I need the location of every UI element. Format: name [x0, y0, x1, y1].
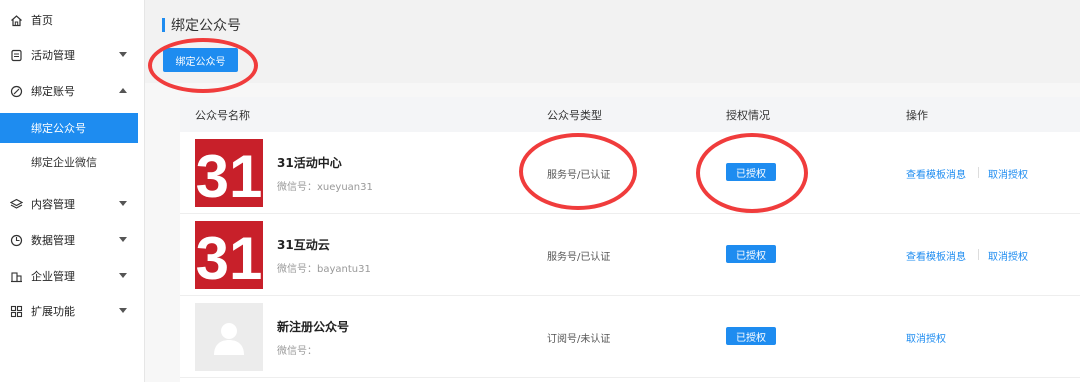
sidebar-item-content[interactable]: 内容管理 — [0, 187, 145, 221]
account-type: 服务号/已认证 — [547, 252, 611, 263]
cancel-authorization-link[interactable]: 取消授权 — [988, 166, 1028, 181]
chevron-down-icon — [119, 52, 127, 57]
title-accent-bar — [162, 18, 165, 32]
account-wechat-id: 微信号：xueyuan31 — [277, 182, 373, 193]
chevron-down-icon — [119, 273, 127, 278]
column-header-actions: 操作 — [906, 108, 928, 122]
logo-text: 31 — [196, 225, 263, 289]
account-name: 新注册公众号 — [277, 320, 350, 334]
account-type: 服务号/已认证 — [547, 170, 611, 181]
sidebar-item-label: 绑定账号 — [31, 85, 75, 98]
sidebar-item-label: 首页 — [31, 14, 53, 27]
account-wechat-id: 微信号： — [277, 346, 317, 357]
sidebar-item-bind-account[interactable]: 绑定账号 — [0, 74, 145, 108]
sidebar-item-label: 活动管理 — [31, 49, 75, 62]
cancel-authorization-link[interactable]: 取消授权 — [988, 248, 1028, 263]
layers-icon — [9, 197, 23, 211]
status-badge: 已授权 — [726, 245, 776, 263]
chart-icon — [9, 233, 23, 247]
view-template-message-link[interactable]: 查看模板消息 — [906, 166, 966, 181]
chevron-down-icon — [119, 308, 127, 313]
sidebar-item-label: 数据管理 — [31, 234, 75, 247]
sidebar-item-label: 企业管理 — [31, 270, 75, 283]
account-logo: 31 — [195, 139, 263, 207]
view-template-message-link[interactable]: 查看模板消息 — [906, 248, 966, 263]
chevron-down-icon — [119, 237, 127, 242]
chevron-up-icon — [119, 88, 127, 93]
account-type: 订阅号/未认证 — [547, 334, 611, 345]
sidebar-subitem-label: 绑定公众号 — [31, 122, 86, 135]
column-header-name: 公众号名称 — [195, 108, 250, 122]
account-logo: 31 — [195, 221, 263, 289]
link-icon — [9, 84, 23, 98]
account-name: 31活动中心 — [277, 156, 342, 170]
column-header-auth: 授权情况 — [726, 108, 770, 122]
cancel-authorization-link[interactable]: 取消授权 — [906, 330, 946, 345]
column-header-type: 公众号类型 — [547, 108, 602, 122]
page-title: 绑定公众号 — [162, 16, 241, 34]
table-row: 31 31活动中心 微信号：xueyuan31 服务号/已认证 已授权 查看模板… — [180, 132, 1080, 214]
sidebar-item-extensions[interactable]: 扩展功能 — [0, 294, 145, 328]
sidebar-item-activity[interactable]: 活动管理 — [0, 38, 145, 72]
account-wechat-id: 微信号：bayantu31 — [277, 264, 371, 275]
sidebar-subitem-bind-wecom[interactable]: 绑定企业微信 — [0, 147, 138, 177]
sidebar-item-label: 扩展功能 — [31, 305, 75, 318]
bind-official-account-button[interactable]: 绑定公众号 — [163, 48, 238, 72]
sidebar-subitem-bind-official-account[interactable]: 绑定公众号 — [0, 113, 138, 143]
divider — [978, 167, 979, 178]
grid-icon — [9, 304, 23, 318]
account-name: 31互动云 — [277, 238, 330, 252]
sidebar-item-data[interactable]: 数据管理 — [0, 223, 145, 257]
building-icon — [9, 269, 23, 283]
table-header: 公众号名称 公众号类型 授权情况 操作 — [180, 97, 1080, 132]
sidebar: 首页 活动管理 绑定账号 绑定公众号 绑定企业微信 内容管理 数据管理 企业管理… — [0, 0, 145, 382]
status-badge: 已授权 — [726, 327, 776, 345]
status-badge: 已授权 — [726, 163, 776, 181]
table-row: 新注册公众号 微信号： 订阅号/未认证 已授权 取消授权 — [180, 296, 1080, 378]
account-table: 公众号名称 公众号类型 授权情况 操作 31 31活动中心 微信号：xueyua… — [180, 97, 1080, 382]
user-avatar-icon — [214, 323, 244, 355]
divider — [978, 249, 979, 260]
sidebar-subitem-label: 绑定企业微信 — [31, 156, 97, 169]
sidebar-item-home[interactable]: 首页 — [0, 3, 145, 37]
page-title-text: 绑定公众号 — [171, 18, 241, 34]
logo-text: 31 — [196, 143, 263, 207]
activity-icon — [9, 48, 23, 62]
sidebar-item-enterprise[interactable]: 企业管理 — [0, 259, 145, 293]
account-logo-placeholder — [195, 303, 263, 371]
table-row: 31 31互动云 微信号：bayantu31 服务号/已认证 已授权 查看模板消… — [180, 214, 1080, 296]
sidebar-item-label: 内容管理 — [31, 198, 75, 211]
home-icon — [9, 13, 23, 27]
chevron-down-icon — [119, 201, 127, 206]
